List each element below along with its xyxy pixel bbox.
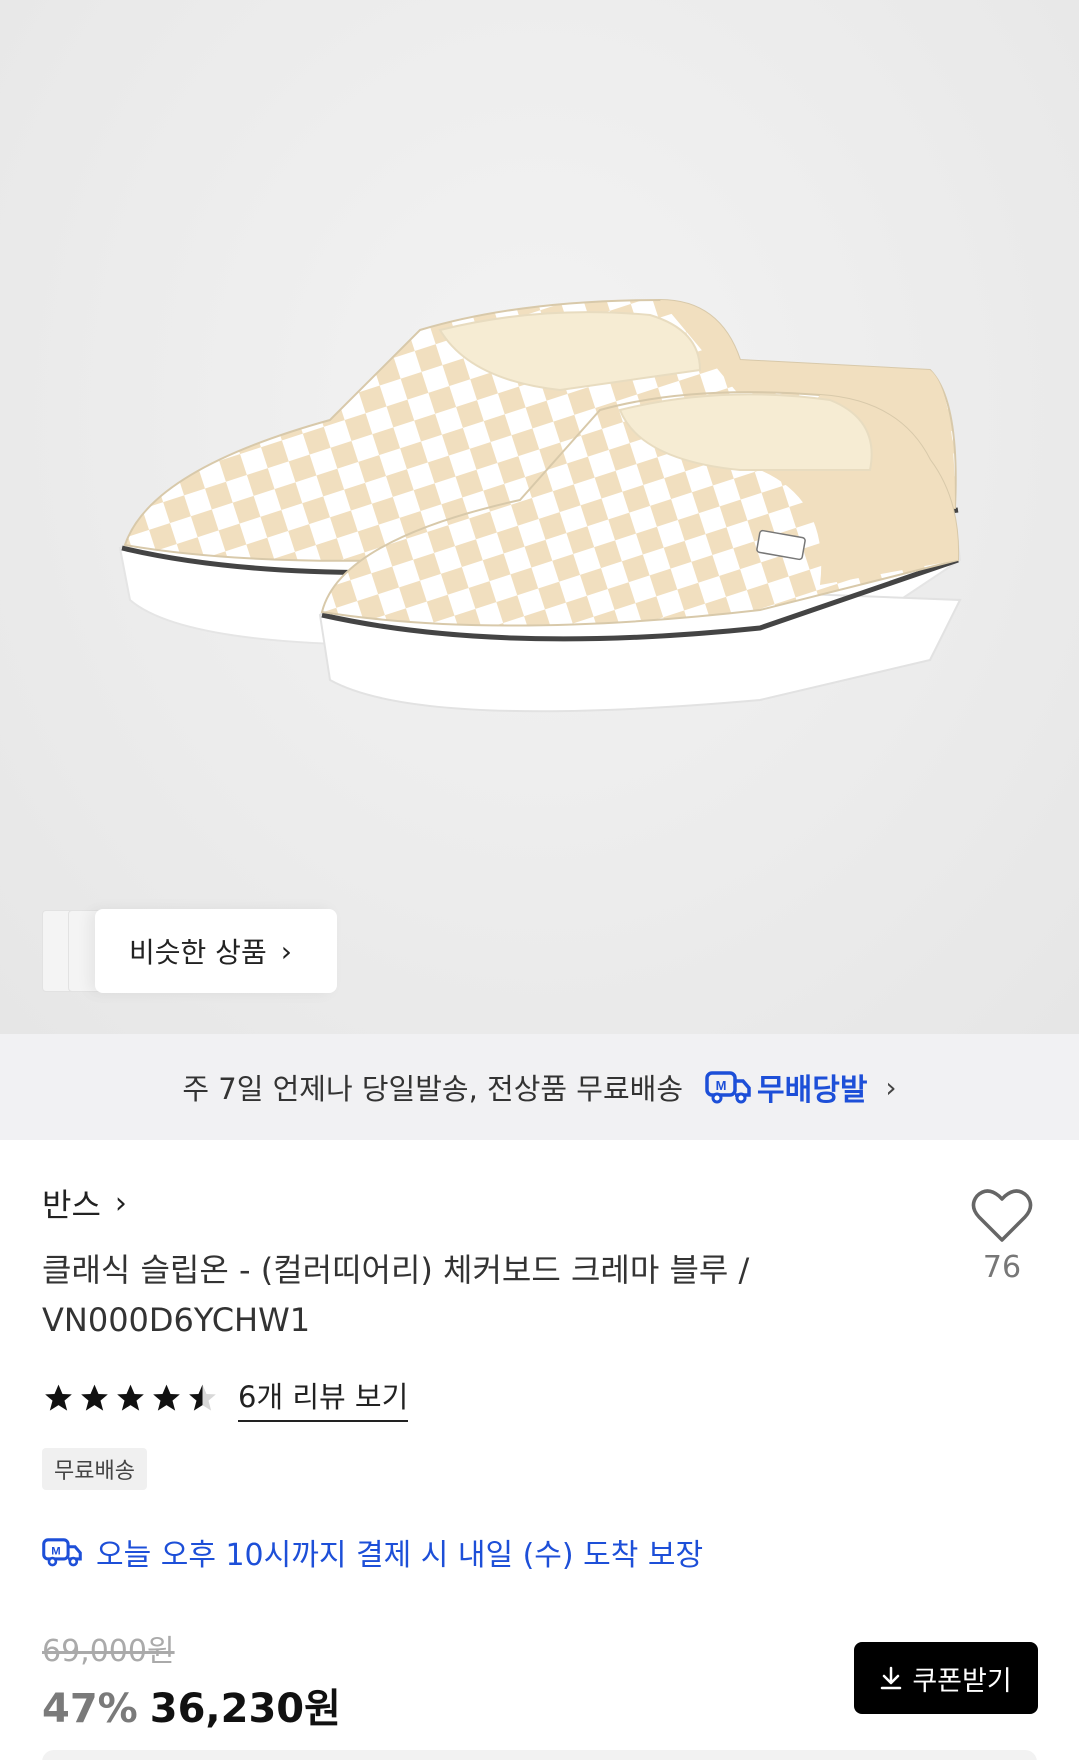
star-icon [81, 1384, 108, 1411]
like-button[interactable]: 76 [962, 1188, 1042, 1285]
svg-text:M: M [716, 1078, 727, 1093]
chevron-right-icon: › [114, 1185, 127, 1221]
free-shipping-badge: 무료배송 [42, 1448, 147, 1490]
next-section-edge [42, 1750, 1037, 1760]
half-star-icon [189, 1384, 216, 1411]
similar-products-label: 비슷한 상품 [129, 936, 267, 969]
product-image[interactable]: 비슷한 상품 › [0, 0, 1079, 1034]
sale-price: 36,230원 [149, 1686, 341, 1732]
rating-stars [42, 1382, 222, 1414]
price-row: 47% 36,230원 [42, 1676, 341, 1734]
shipping-banner-text: 주 7일 언제나 당일발송, 전상품 무료배송 [182, 1072, 684, 1106]
star-icon [153, 1384, 180, 1411]
chevron-right-icon: › [885, 1070, 897, 1104]
chevron-right-icon: › [280, 934, 292, 968]
coupon-button[interactable]: 쿠폰받기 [854, 1642, 1038, 1714]
brand-name: 반스 [42, 1186, 101, 1224]
rating-row: 6개 리뷰 보기 [42, 1374, 409, 1422]
review-link[interactable]: 6개 리뷰 보기 [238, 1374, 409, 1422]
download-icon [881, 1666, 902, 1690]
like-count: 76 [982, 1250, 1022, 1285]
brand-link[interactable]: 반스 › [42, 1180, 127, 1226]
similar-products-button[interactable]: 비슷한 상품 › [95, 909, 337, 993]
shipping-banner[interactable]: 주 7일 언제나 당일발송, 전상품 무료배송 M 무배당발 › [0, 1034, 1079, 1140]
coupon-button-label: 쿠폰받기 [912, 1665, 1012, 1697]
delivery-notice: M 오늘 오후 10시까지 결제 시 내일 (수) 도착 보장 [42, 1530, 703, 1574]
shipping-brand: 무배당발 [757, 1073, 868, 1108]
delivery-notice-text: 오늘 오후 10시까지 결제 시 내일 (수) 도착 보장 [96, 1538, 704, 1573]
shoe-illustration [118, 298, 962, 713]
delivery-truck-icon: M [705, 1071, 751, 1104]
svg-text:M: M [51, 1546, 60, 1558]
original-price: 69,000원 [42, 1634, 175, 1669]
discount-rate: 47% [42, 1686, 138, 1732]
star-icon [45, 1384, 72, 1411]
delivery-truck-icon: M [42, 1538, 82, 1567]
star-icon [117, 1384, 144, 1411]
product-title: 클래식 슬립온 - (컬러띠어리) 체커보드 크레마 블루 / VN000D6Y… [42, 1251, 750, 1339]
similar-products-thumbnails[interactable] [42, 910, 122, 992]
heart-icon [971, 1189, 1033, 1242]
